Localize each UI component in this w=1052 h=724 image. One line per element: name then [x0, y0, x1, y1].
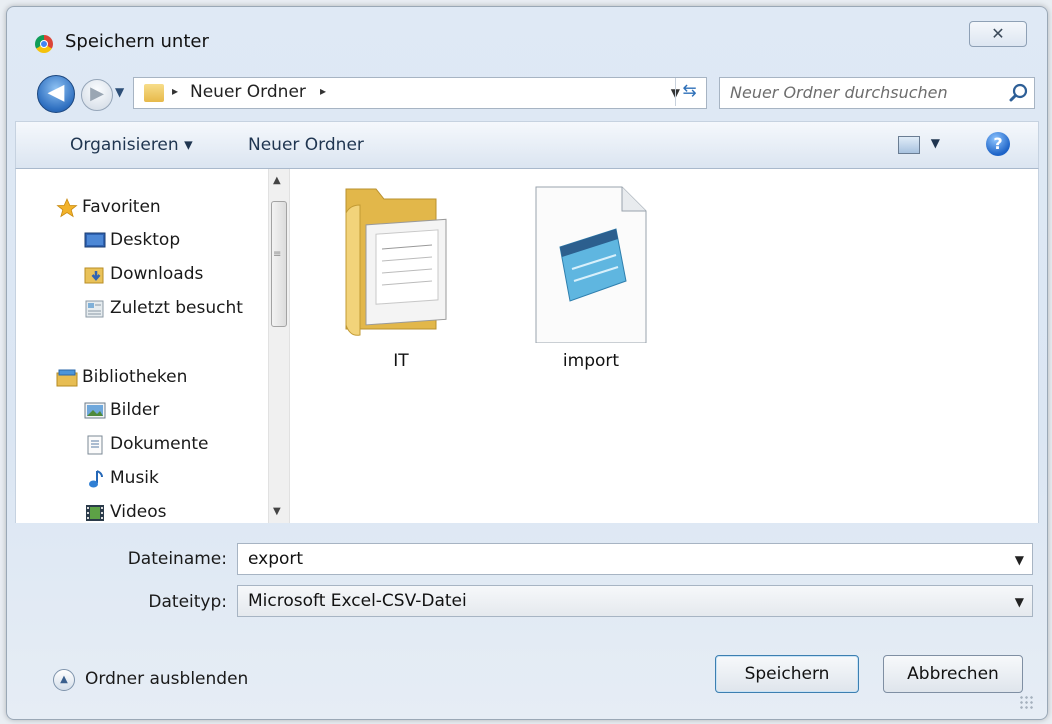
- file-list: IT import: [290, 169, 1038, 523]
- sidebar-item-label: Downloads: [110, 264, 204, 284]
- file-name: IT: [393, 351, 409, 371]
- save-button[interactable]: Speichern: [715, 655, 859, 693]
- scrollbar-thumb[interactable]: [271, 201, 287, 327]
- notepad-file-icon: [535, 186, 647, 344]
- new-folder-button[interactable]: Neuer Ordner: [248, 135, 364, 155]
- breadcrumb-arrow-icon[interactable]: ▸: [172, 84, 178, 98]
- change-view-icon[interactable]: [898, 136, 920, 154]
- folder-icon: [144, 84, 164, 102]
- search-icon[interactable]: [1008, 82, 1030, 104]
- filename-dropdown-icon[interactable]: ▼: [1015, 553, 1024, 567]
- sidebar-item-label: Zuletzt besucht: [110, 298, 243, 318]
- sidebar-item-label: Bilder: [110, 400, 160, 420]
- close-button[interactable]: ✕: [969, 21, 1027, 47]
- hide-folders-button[interactable]: Ordner ausblenden: [85, 669, 248, 689]
- scroll-down-icon[interactable]: ▼: [273, 506, 281, 517]
- history-dropdown-icon[interactable]: ▼: [115, 85, 124, 99]
- search-placeholder: Neuer Ordner durchsuchen: [730, 83, 948, 102]
- filename-value: export: [248, 549, 304, 569]
- save-options-panel: Dateiname: export ▼ Dateityp: Microsoft …: [15, 523, 1039, 713]
- back-button[interactable]: ◀: [37, 75, 75, 113]
- filetype-dropdown-icon[interactable]: ▼: [1015, 595, 1024, 609]
- recent-places-icon: [85, 300, 104, 318]
- refresh-icon[interactable]: ⇆: [675, 78, 703, 106]
- sidebar-item-label: Videos: [110, 502, 167, 522]
- address-bar[interactable]: ▸ Neuer Ordner ▸ ▼: [133, 77, 707, 109]
- file-name: import: [562, 351, 620, 371]
- music-icon: [89, 470, 103, 488]
- title-bar: Speichern unter ✕: [7, 7, 1047, 69]
- search-input[interactable]: Neuer Ordner durchsuchen: [719, 77, 1035, 109]
- chrome-logo-icon: [35, 35, 53, 53]
- sidebar-item-label: Desktop: [110, 230, 181, 250]
- navigation-bar: ◀ ▶ ▼ ▸ Neuer Ordner ▸ ▼ ⇆ Neuer Ordner …: [7, 71, 1047, 117]
- sidebar-item-label: Dokumente: [110, 434, 209, 454]
- breadcrumb-current-folder[interactable]: Neuer Ordner: [190, 82, 306, 102]
- organize-menu-button[interactable]: Organisieren ▾: [70, 135, 193, 155]
- navigation-pane: Favoriten Desktop Downloads Zuletzt besu…: [16, 169, 268, 523]
- downloads-icon: [84, 267, 104, 284]
- browser-pane: Favoriten Desktop Downloads Zuletzt besu…: [15, 169, 1039, 523]
- help-icon[interactable]: ?: [986, 132, 1010, 156]
- pictures-icon: [84, 402, 106, 419]
- documents-icon: [87, 435, 103, 455]
- file-item-import[interactable]: import: [526, 183, 656, 373]
- navigation-pane-scrollbar[interactable]: ▲ ≡ ▼: [268, 169, 290, 523]
- filetype-value: Microsoft Excel-CSV-Datei: [248, 591, 467, 611]
- command-bar: Organisieren ▾ Neuer Ordner ▼ ?: [15, 121, 1039, 169]
- dialog-title: Speichern unter: [65, 31, 209, 52]
- save-as-dialog: Speichern unter ✕ ◀ ▶ ▼ ▸ Neuer Ordner ▸…: [6, 6, 1048, 720]
- videos-icon: [86, 505, 104, 521]
- filename-input[interactable]: export ▼: [237, 543, 1033, 575]
- breadcrumb-arrow-icon[interactable]: ▸: [320, 84, 326, 98]
- star-icon: [56, 198, 78, 218]
- file-item-it[interactable]: IT: [336, 183, 466, 373]
- sidebar-item-label: Favoriten: [82, 197, 161, 217]
- libraries-icon: [56, 369, 78, 387]
- desktop-icon: [84, 232, 106, 248]
- scroll-up-icon[interactable]: ▲: [273, 175, 281, 186]
- folder-icon: [345, 188, 447, 336]
- scrollbar-grip-icon: ≡: [273, 249, 282, 260]
- filetype-select[interactable]: Microsoft Excel-CSV-Datei ▼: [237, 585, 1033, 617]
- sidebar-item-label: Musik: [110, 468, 159, 488]
- sidebar-item-label: Bibliotheken: [82, 367, 188, 387]
- view-options-dropdown-icon[interactable]: ▼: [931, 136, 940, 150]
- cancel-button[interactable]: Abbrechen: [883, 655, 1023, 693]
- filetype-label: Dateityp:: [148, 592, 227, 612]
- forward-button[interactable]: ▶: [81, 79, 113, 111]
- filename-label: Dateiname:: [127, 549, 227, 569]
- resize-grip-icon[interactable]: [1019, 695, 1033, 709]
- hide-folders-toggle-icon[interactable]: ▲: [53, 669, 75, 691]
